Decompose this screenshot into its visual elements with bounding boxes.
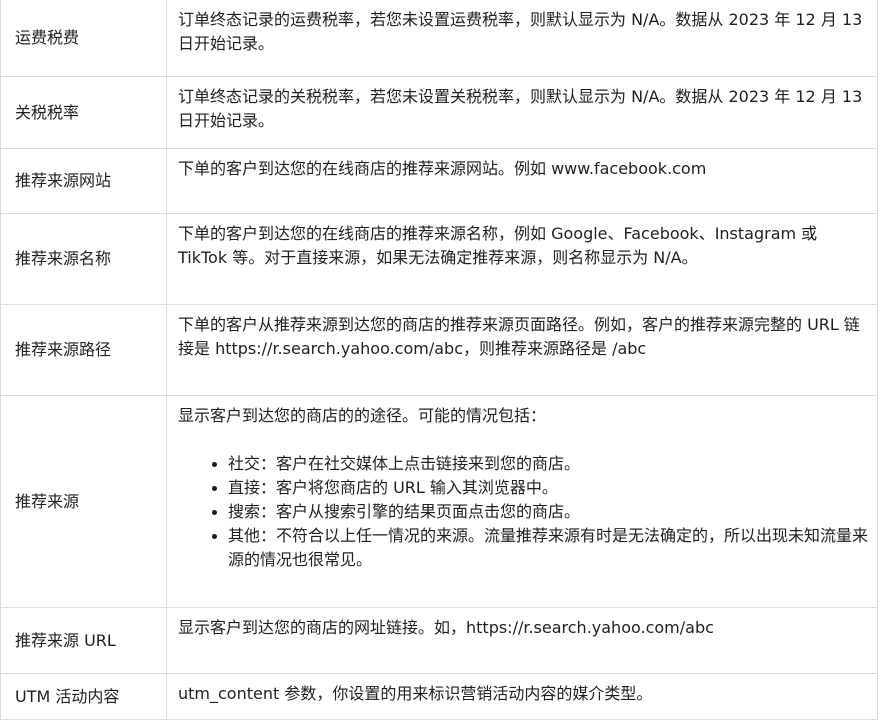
- list-item: 其他：不符合以上任一情况的来源。流量推荐来源有时是无法确定的，所以出现未知流量来…: [212, 524, 869, 572]
- field-description: 订单终态记录的关税税率，若您未设置关税税率，则默认显示为 N/A。数据从 202…: [178, 87, 863, 130]
- field-name-cell: 推荐来源网站: [0, 148, 167, 214]
- field-name-cell: UTM 活动内容: [0, 673, 167, 720]
- field-name-cell: 推荐来源名称: [0, 213, 167, 305]
- field-description-cell: 显示客户到达您的商店的的途径。可能的情况包括： 社交：客户在社交媒体上点击链接来…: [166, 395, 878, 608]
- field-name: 推荐来源 URL: [15, 630, 116, 650]
- field-name: 推荐来源路径: [15, 340, 112, 359]
- table-row: 运费税费 订单终态记录的运费税率，若您未设置运费税率，则默认显示为 N/A。数据…: [0, 0, 878, 77]
- table-row: 推荐来源网站 下单的客户到达您的在线商店的推荐来源网站。例如 www.faceb…: [0, 148, 878, 214]
- field-description: 下单的客户从推荐来源到达您的商店的推荐来源页面路径。例如，客户的推荐来源完整的 …: [178, 315, 860, 358]
- field-description: 显示客户到达您的商店的网址链接。如，https://r.search.yahoo…: [178, 618, 714, 637]
- field-name-cell: 推荐来源: [0, 395, 167, 608]
- field-name: 推荐来源网站: [15, 171, 112, 190]
- field-description-cell: 下单的客户从推荐来源到达您的商店的推荐来源页面路径。例如，客户的推荐来源完整的 …: [166, 304, 878, 396]
- table-row: 推荐来源 显示客户到达您的商店的的途径。可能的情况包括： 社交：客户在社交媒体上…: [0, 395, 878, 608]
- field-name: 运费税费: [15, 28, 80, 47]
- field-description-cell: 下单的客户到达您的在线商店的推荐来源网站。例如 www.facebook.com: [166, 148, 878, 214]
- field-definitions-table: 运费税费 订单终态记录的运费税率，若您未设置运费税率，则默认显示为 N/A。数据…: [0, 0, 878, 720]
- field-description-cell: 订单终态记录的运费税率，若您未设置运费税率，则默认显示为 N/A。数据从 202…: [166, 0, 878, 77]
- field-name-cell: 关税税率: [0, 76, 167, 149]
- list-item: 搜索：客户从搜索引擎的结果页面点击您的商店。: [212, 500, 869, 524]
- field-name: 推荐来源名称: [15, 249, 112, 268]
- list-item: 社交：客户在社交媒体上点击链接来到您的商店。: [212, 452, 869, 476]
- field-description: 订单终态记录的运费税率，若您未设置运费税率，则默认显示为 N/A。数据从 202…: [178, 10, 863, 53]
- table-row: 关税税率 订单终态记录的关税税率，若您未设置关税税率，则默认显示为 N/A。数据…: [0, 76, 878, 149]
- table-row: UTM 活动内容 utm_content 参数，你设置的用来标识营销活动内容的媒…: [0, 673, 878, 720]
- table-row: 推荐来源名称 下单的客户到达您的在线商店的推荐来源名称，例如 Google、Fa…: [0, 213, 878, 305]
- field-description: utm_content 参数，你设置的用来标识营销活动内容的媒介类型。: [178, 684, 653, 703]
- source-type-list: 社交：客户在社交媒体上点击链接来到您的商店。 直接：客户将您商店的 URL 输入…: [178, 452, 869, 572]
- field-name: 关税税率: [15, 102, 80, 122]
- field-description-intro: 显示客户到达您的商店的的途径。可能的情况包括：: [178, 406, 547, 425]
- field-description-cell: utm_content 参数，你设置的用来标识营销活动内容的媒介类型。: [166, 673, 878, 720]
- field-description: 下单的客户到达您的在线商店的推荐来源网站。例如 www.facebook.com: [178, 159, 707, 178]
- field-name: 推荐来源: [15, 491, 80, 511]
- field-name-cell: 推荐来源路径: [0, 304, 167, 396]
- field-name: UTM 活动内容: [15, 686, 120, 706]
- field-name-cell: 运费税费: [0, 0, 167, 77]
- field-description: 下单的客户到达您的在线商店的推荐来源名称，例如 Google、Facebook、…: [178, 224, 818, 267]
- field-description-cell: 下单的客户到达您的在线商店的推荐来源名称，例如 Google、Facebook、…: [166, 213, 878, 305]
- field-description-cell: 订单终态记录的关税税率，若您未设置关税税率，则默认显示为 N/A。数据从 202…: [166, 76, 878, 149]
- table-row: 推荐来源路径 下单的客户从推荐来源到达您的商店的推荐来源页面路径。例如，客户的推…: [0, 304, 878, 396]
- field-definitions-table-container: 运费税费 订单终态记录的运费税率，若您未设置运费税率，则默认显示为 N/A。数据…: [0, 0, 878, 720]
- field-description-cell: 显示客户到达您的商店的网址链接。如，https://r.search.yahoo…: [166, 607, 878, 674]
- field-name-cell: 推荐来源 URL: [0, 607, 167, 674]
- list-item: 直接：客户将您商店的 URL 输入其浏览器中。: [212, 476, 869, 500]
- table-row: 推荐来源 URL 显示客户到达您的商店的网址链接。如，https://r.sea…: [0, 607, 878, 674]
